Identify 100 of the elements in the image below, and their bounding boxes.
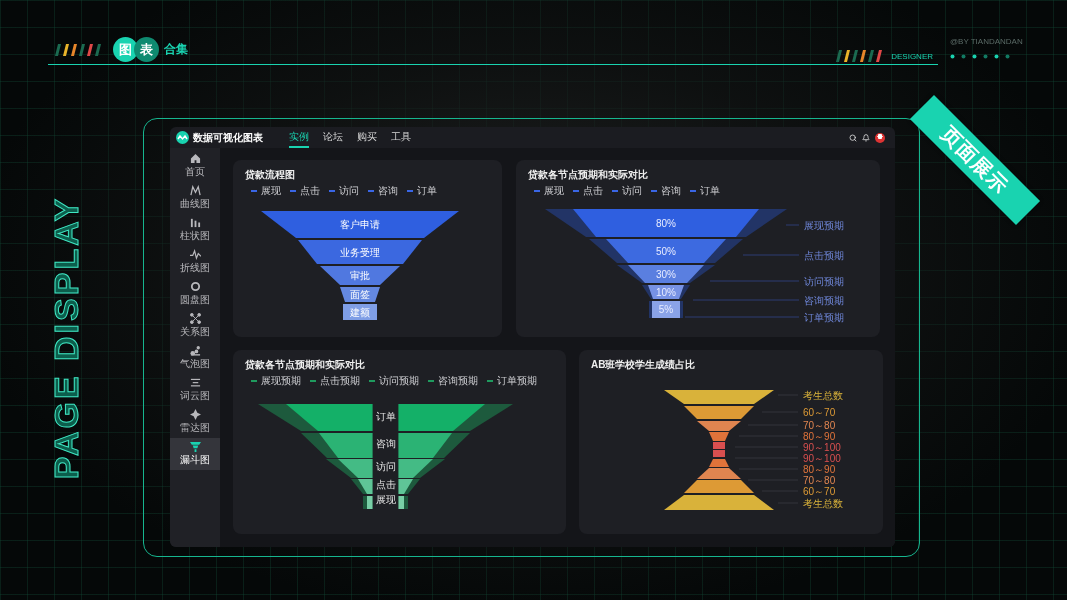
- title-badge: 图: [113, 37, 138, 62]
- app-title: 数据可视化图表: [193, 130, 263, 145]
- sidebar-item[interactable]: 首页: [170, 150, 220, 182]
- sidebar-item[interactable]: 词云图: [170, 374, 220, 406]
- legend-item: 咨询: [651, 185, 681, 197]
- stage-label: 建额: [350, 306, 370, 318]
- legend-item: 点击: [573, 185, 603, 197]
- sidebar-item[interactable]: 雷达图: [170, 406, 220, 438]
- title-badge: 表: [134, 37, 159, 62]
- sidebar-label: 曲线图: [180, 197, 210, 211]
- legend-item: 访问: [329, 185, 359, 197]
- bell-icon[interactable]: [862, 133, 870, 142]
- ring-icon: [189, 281, 201, 292]
- search-icon[interactable]: [849, 133, 857, 142]
- sidebar-label: 首页: [185, 165, 205, 179]
- dots-drawing: [950, 54, 1010, 59]
- bars-icon: [189, 217, 201, 228]
- legend-item: 订单: [690, 185, 720, 197]
- legend-item: 咨询: [368, 185, 398, 197]
- range-label: 考生总数: [803, 497, 843, 509]
- legend-item: 访问预期: [369, 375, 419, 387]
- stage-label: 面签: [350, 289, 370, 300]
- sidebar-label: 柱状图: [180, 229, 210, 243]
- legend-item: 展现预期: [251, 375, 301, 387]
- nav-tab[interactable]: 购买: [357, 127, 377, 148]
- collection-title: 合集: [164, 41, 188, 58]
- sidebar-label: 漏斗图: [180, 453, 210, 467]
- logo-icon: [176, 131, 189, 144]
- range-label: 90～100: [803, 452, 841, 464]
- sidebar-item[interactable]: 圆盘图: [170, 278, 220, 310]
- sidebar-label: 气泡图: [180, 357, 210, 371]
- actual-stage: [648, 285, 684, 299]
- sidebar-item[interactable]: 气泡图: [170, 342, 220, 374]
- sidebar-label: 折线图: [180, 261, 210, 275]
- leader-line: [742, 254, 800, 256]
- actual-stage: [367, 496, 373, 509]
- stage-label: 业务受理: [340, 246, 380, 258]
- leader-line: [785, 224, 800, 226]
- percent-label: 10%: [656, 286, 676, 298]
- sidebar-label: 雷达图: [180, 421, 210, 435]
- legend-item: 订单: [407, 185, 437, 197]
- sidebar-label: 关系图: [180, 325, 210, 339]
- actual-stage: [398, 496, 404, 509]
- range-label: 80～90: [803, 463, 836, 475]
- sidebar-item[interactable]: 漏斗图: [170, 438, 220, 470]
- radar-icon: [189, 409, 201, 420]
- legend-item: 点击: [290, 185, 320, 197]
- range-label: 60～70: [803, 406, 836, 418]
- card-title: AB班学校学生成绩占比: [591, 359, 697, 371]
- callout-label: 订单预期: [804, 311, 844, 323]
- stage-label: 客户申请: [340, 219, 380, 230]
- card-title: 贷款流程图: [245, 169, 296, 181]
- lines-icon: [189, 377, 201, 388]
- nav-tab[interactable]: 论坛: [323, 127, 343, 148]
- legend-item: 展现: [251, 185, 281, 197]
- designer-tag: DESIGNER: [891, 51, 933, 61]
- range-label: 90～100: [803, 441, 841, 453]
- percent-label: 50%: [656, 245, 676, 257]
- stage-label: 访问: [375, 460, 396, 472]
- curve-icon: [189, 185, 201, 196]
- range-label: 考生总数: [803, 390, 843, 401]
- legend-item: 订单预期: [487, 375, 537, 387]
- bubble-icon: [189, 345, 201, 356]
- wave-icon: [189, 249, 201, 260]
- range-label: 80～90: [803, 430, 836, 442]
- legend-item: 点击预期: [310, 375, 360, 387]
- sidebar-item[interactable]: 曲线图: [170, 182, 220, 214]
- page-display-title: PAGE DISPLAY: [47, 195, 86, 480]
- home-icon: [189, 153, 201, 164]
- range-label: 70～80: [803, 474, 836, 486]
- sidebar-label: 圆盘图: [180, 293, 210, 307]
- legend-item: 访问: [612, 185, 642, 197]
- legend-item: 咨询预期: [428, 375, 478, 387]
- sidebar-label: 词云图: [180, 389, 210, 403]
- sidebar-item[interactable]: 柱状图: [170, 214, 220, 246]
- card-title: 贷款各节点预期和实际对比: [528, 169, 649, 181]
- stage-label: 点击: [375, 478, 396, 490]
- callout-label: 访问预期: [804, 275, 844, 287]
- stage-label: 咨询: [375, 437, 396, 449]
- sidebar-item[interactable]: 折线图: [170, 246, 220, 278]
- callout-label: 展现预期: [804, 219, 844, 231]
- funnel-icon: [189, 441, 201, 452]
- network-icon: [189, 313, 201, 324]
- nav-tab[interactable]: 工具: [391, 127, 411, 148]
- card-title: 贷款各节点预期和实际对比: [245, 359, 366, 371]
- percent-label: 5%: [658, 304, 674, 315]
- callout-label: 咨询预期: [804, 294, 844, 306]
- stage-label: 订单: [375, 410, 396, 422]
- sidebar-item[interactable]: 关系图: [170, 310, 220, 342]
- range-label: 70～80: [803, 419, 836, 431]
- avatar[interactable]: [875, 132, 885, 143]
- percent-label: 80%: [656, 217, 676, 229]
- stage-label: 展现: [375, 493, 396, 505]
- credit-text: @BY TIANDANDAN: [950, 37, 1024, 46]
- legend-item: 展现: [534, 185, 564, 197]
- funnel-stage: [340, 287, 380, 302]
- stage-label: 审批: [350, 270, 370, 281]
- callout-label: 点击预期: [804, 249, 844, 261]
- funnel-stage: [343, 304, 377, 320]
- range-label: 60～70: [803, 485, 836, 497]
